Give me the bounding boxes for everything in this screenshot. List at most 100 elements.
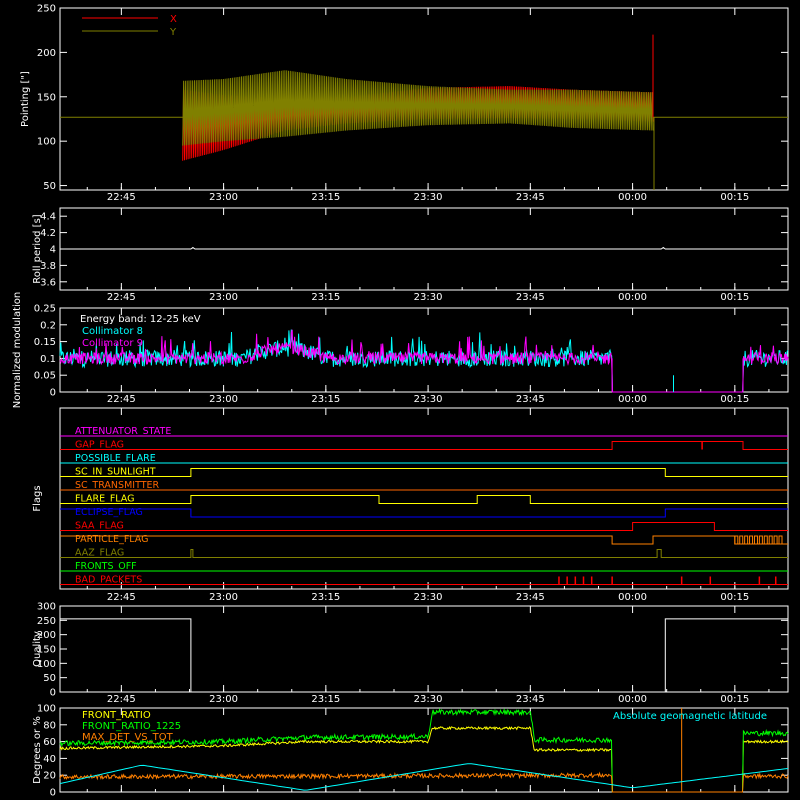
quality-ytick-label: 250 <box>37 616 56 627</box>
legend-label-y: Y <box>169 27 177 38</box>
flag-label-saa-flag: SAA_FLAG <box>75 521 124 532</box>
quality-xtick-label: 22:45 <box>107 694 136 705</box>
collimator-8-line <box>59 329 789 393</box>
modulation-xtick-label: 00:15 <box>720 394 749 405</box>
quality-line <box>60 618 788 693</box>
pointing-panel: 22:45 23:00 23:15 23:30 23:45 00:00 00:15 Point… <box>20 4 789 203</box>
flag-line-aaz-flag <box>60 549 788 558</box>
modulation-ytick-label: 0.05 <box>34 371 56 382</box>
flag-label-bad-packets: BAD_PACKETS <box>75 575 142 586</box>
particle-flag-toggle <box>739 535 744 545</box>
quality-xtick-label: 23:00 <box>209 694 238 705</box>
flags-xtick-label: 00:00 <box>618 592 647 603</box>
roll-ytick-label: 4.2 <box>40 228 56 239</box>
flag-line-saa-flag <box>60 522 788 531</box>
ratios-ytick-label: 80 <box>43 720 56 731</box>
legend-label-collimator-9: Collimator 9 <box>82 338 143 349</box>
flag-label-sc-in-sunlight: SC_IN_SUNLIGHT <box>75 467 156 478</box>
quality-ytick-label: 100 <box>37 659 56 670</box>
energy-band-label: Energy band: 12-25 keV <box>80 314 201 325</box>
modulation-xtick-label: 23:15 <box>311 394 340 405</box>
flag-label-attenuator-state: ATTENUATOR_STATE <box>75 426 171 437</box>
ratios-ytick-label: 40 <box>43 754 56 765</box>
pointing-xtick-label: 23:00 <box>209 192 238 203</box>
roll-xtick-label: 23:30 <box>414 292 443 303</box>
flag-line-particle-flag <box>60 535 788 545</box>
pointing-xtick-label: 00:00 <box>618 192 647 203</box>
roll-ytick-label: 3.8 <box>40 261 56 272</box>
flag-label-eclipse-flag: ECLIPSE_FLAG <box>75 507 143 518</box>
latitude-label: Absolute geomagnetic latitude <box>613 711 767 722</box>
flag-label-sc-transmitter: SC_TRANSMITTER <box>75 480 160 491</box>
flags-xtick-label: 23:30 <box>414 592 443 603</box>
quality-xtick-label: 23:30 <box>414 694 443 705</box>
flags-xtick-label: 23:15 <box>311 592 340 603</box>
flags-panel: 22:45 23:00 23:15 23:30 23:45 00:00 00:15 Flags… <box>32 407 789 603</box>
modulation-xtick-label: 23:00 <box>209 394 238 405</box>
roll-period-panel: 22:45 23:00 23:15 23:30 23:45 00:00 00:15 Roll … <box>32 207 789 303</box>
flag-line-flare-flag <box>60 495 788 504</box>
roll-xtick-label: 23:00 <box>209 292 238 303</box>
figure: 22:45 23:00 23:15 23:30 23:45 00:00 00:15 Point… <box>12 4 789 799</box>
pointing-xtick-label: 00:15 <box>720 192 749 203</box>
modulation-ytick-label: 0.1 <box>40 354 56 365</box>
modulation-xtick-label: 00:00 <box>618 394 647 405</box>
flag-label-aaz-flag: AAZ_FLAG <box>75 548 124 559</box>
ratios-ytick-label: 20 <box>43 771 56 782</box>
particle-flag-toggle <box>734 535 739 545</box>
roll-ytick-label: 3.6 <box>40 277 56 288</box>
particle-flag-toggle <box>749 535 754 545</box>
modulation-panel: 22:45 23:00 23:15 23:30 23:45 00:00 00:15 Norma… <box>12 292 789 409</box>
roll-xtick-label: 23:45 <box>516 292 545 303</box>
modulation-ytick-label: 0.25 <box>34 304 56 315</box>
quality-ytick-label: 300 <box>37 602 56 613</box>
roll-ylabel: Roll period [s] <box>32 214 43 283</box>
flag-label-particle-flag: PARTICLE_FLAG <box>75 534 148 545</box>
particle-flag-toggle <box>744 535 749 545</box>
pointing-xtick-label: 23:45 <box>516 192 545 203</box>
modulation-ytick-label: 0.2 <box>40 320 56 331</box>
ratios-ylabel: Degrees or % <box>32 716 43 784</box>
modulation-xtick-label: 23:30 <box>414 394 443 405</box>
flags-xtick-label: 23:45 <box>516 592 545 603</box>
particle-flag-toggle <box>778 535 783 545</box>
roll-period-line <box>60 246 788 250</box>
legend-label-max-det-vs-tot: MAX_DET_VS_TOT <box>82 732 174 743</box>
flags-xtick-label: 22:45 <box>107 592 136 603</box>
quality-xtick-label: 23:45 <box>516 694 545 705</box>
flag-label-fronts-off: FRONTS_OFF <box>75 561 137 572</box>
ratios-panel: Degrees or % 0 20 40 60 80 100 FRONT_RATIOFRONT… <box>32 704 789 799</box>
quality-ytick-label: 150 <box>37 645 56 656</box>
particle-flag-toggle <box>768 535 773 545</box>
particle-flag-toggle <box>753 535 758 545</box>
ratios-ytick-label: 60 <box>43 737 56 748</box>
roll-xtick-label: 23:15 <box>311 292 340 303</box>
modulation-ytick-label: 0.15 <box>34 337 56 348</box>
particle-flag-toggle <box>773 535 778 545</box>
legend-label-collimator-8: Collimator 8 <box>82 326 143 337</box>
flags-xtick-label: 23:00 <box>209 592 238 603</box>
pointing-ytick-label: 100 <box>37 137 56 148</box>
quality-ytick-label: 50 <box>43 673 56 684</box>
quality-xtick-label: 00:15 <box>720 694 749 705</box>
quality-ytick-label: 0 <box>50 688 56 699</box>
flags-xtick-label: 00:15 <box>720 592 749 603</box>
modulation-ylabel: Normalized modulation <box>12 292 23 409</box>
pointing-xtick-label: 23:30 <box>414 192 443 203</box>
ratios-ytick-label: 0 <box>50 788 56 799</box>
pointing-ytick-label: 50 <box>43 181 56 192</box>
quality-ytick-label: 200 <box>37 630 56 641</box>
flag-label-possible-flare: POSSIBLE_FLARE <box>75 453 156 464</box>
flag-line-sc-in-sunlight <box>60 468 788 477</box>
legend-label-x: X <box>170 14 177 25</box>
pointing-ylabel: Pointing ["] <box>20 71 31 127</box>
modulation-xtick-label: 23:45 <box>516 394 545 405</box>
roll-xtick-label: 00:15 <box>720 292 749 303</box>
roll-xtick-label: 00:00 <box>618 292 647 303</box>
flag-line-eclipse-flag <box>60 508 788 518</box>
pointing-xtick-label: 22:45 <box>107 192 136 203</box>
roll-xtick-label: 22:45 <box>107 292 136 303</box>
particle-flag-toggle <box>758 535 763 545</box>
pointing-xtick-label: 23:15 <box>311 192 340 203</box>
ratios-ytick-label: 100 <box>37 704 56 715</box>
